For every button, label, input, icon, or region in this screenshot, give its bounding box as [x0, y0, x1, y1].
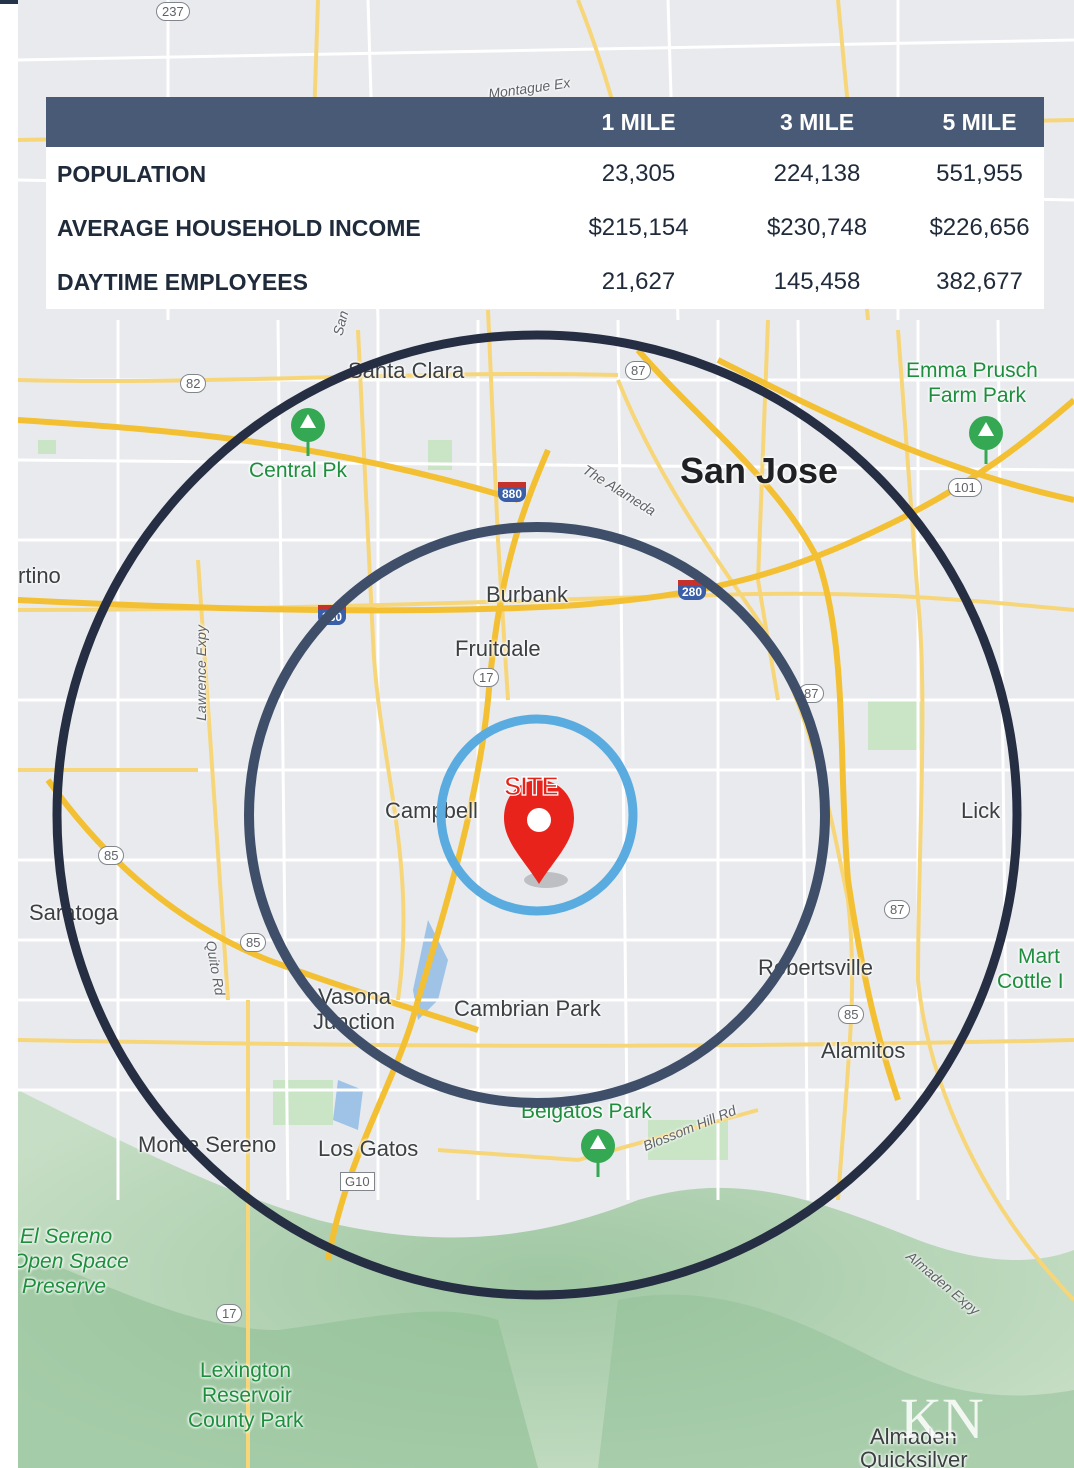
header-3-mile: 3 MILE	[719, 97, 915, 147]
park-belgatos: Belgatos Park	[521, 1100, 652, 1123]
interstate-shield: 880	[498, 482, 527, 502]
water	[333, 1080, 363, 1130]
route-shield: 17	[473, 668, 500, 687]
place-fruitdale: Fruitdale	[455, 636, 541, 661]
park-area	[868, 700, 923, 750]
interstate-shield: 280	[678, 580, 707, 600]
park-county-park: County Park	[188, 1409, 304, 1432]
park-area	[273, 1080, 333, 1125]
table-row: AVERAGE HOUSEHOLD INCOME $215,154 $230,7…	[46, 201, 1044, 255]
park-central-pk: Central Pk	[249, 459, 348, 482]
header-5-mile: 5 MILE	[915, 97, 1044, 147]
place-santa-clara: Santa Clara	[348, 358, 465, 383]
route-shield: 85	[838, 1005, 865, 1024]
park-reservoir: Reservoir	[202, 1384, 292, 1407]
place-alamitos: Alamitos	[821, 1038, 906, 1063]
route-shield: 85	[98, 846, 125, 865]
place-los-gatos: Los Gatos	[318, 1136, 419, 1161]
road-lawrence: Lawrence Expy	[192, 625, 209, 721]
header-empty	[46, 97, 558, 147]
place-lick: Lick	[961, 798, 1001, 823]
route-shield: 85	[240, 933, 267, 952]
route-shield: 101	[948, 478, 982, 497]
interstate-shield: 280	[318, 605, 347, 625]
cell-value: $215,154	[588, 214, 689, 241]
place-vasona: Vasona	[318, 984, 391, 1009]
park-open-space: Open Space	[18, 1250, 129, 1273]
row-label-employees: DAYTIME EMPLOYEES	[57, 268, 308, 295]
route-shield: 87	[798, 684, 825, 703]
demographics-table: 1 MILE 3 MILE 5 MILE POPULATION 23,305 2…	[46, 97, 1044, 309]
place-cupertino: rtino	[18, 563, 61, 588]
header-1-mile: 1 MILE	[558, 97, 719, 147]
row-label-population: POPULATION	[57, 160, 207, 187]
cell-value: 21,627	[601, 268, 676, 295]
place-san-jose: San Jose	[680, 450, 839, 491]
park-lexington: Lexington	[200, 1359, 292, 1382]
table-header-row: 1 MILE 3 MILE 5 MILE	[46, 97, 1044, 147]
route-shield: 82	[180, 374, 207, 393]
route-shield: 237	[156, 2, 190, 21]
place-campbell: Campbell	[385, 798, 478, 823]
place-burbank: Burbank	[486, 582, 568, 607]
park-preserve: Preserve	[22, 1275, 107, 1298]
cell-value: $226,656	[929, 214, 1030, 241]
park-area	[38, 440, 56, 454]
table-row: POPULATION 23,305 224,138 551,955	[46, 147, 1044, 201]
park-el-sereno: El Sereno	[20, 1225, 113, 1248]
route-shield: 17	[216, 1304, 243, 1323]
place-mart: Mart	[1018, 945, 1060, 968]
route-shield: 87	[625, 361, 652, 380]
cell-value: 224,138	[773, 160, 861, 187]
county-route-shield: G10	[340, 1172, 375, 1191]
cell-value: 382,677	[936, 268, 1023, 295]
route-shield: 87	[884, 900, 911, 919]
place-monte-sereno: Monte Sereno	[138, 1132, 277, 1157]
cell-value: 23,305	[601, 160, 676, 187]
park-emma-prusch: Emma Prusch	[906, 359, 1038, 382]
row-label-income: AVERAGE HOUSEHOLD INCOME	[57, 214, 421, 241]
table-row: DAYTIME EMPLOYEES 21,627 145,458 382,677	[46, 255, 1044, 309]
place-saratoga: Saratoga	[29, 900, 119, 925]
place-junction: Junction	[313, 1009, 395, 1034]
place-robertsville: Robertsville	[758, 955, 873, 980]
park-farm-park: Farm Park	[928, 384, 1027, 407]
cell-value: 551,955	[936, 160, 1023, 187]
cell-value: 145,458	[773, 268, 861, 295]
site-label: SITE	[503, 770, 559, 801]
place-cambrian-park: Cambrian Park	[454, 996, 601, 1021]
place-cottle: Cottle I	[997, 970, 1064, 993]
cell-value: $230,748	[766, 214, 868, 241]
kn-logo: KN	[900, 1386, 984, 1451]
